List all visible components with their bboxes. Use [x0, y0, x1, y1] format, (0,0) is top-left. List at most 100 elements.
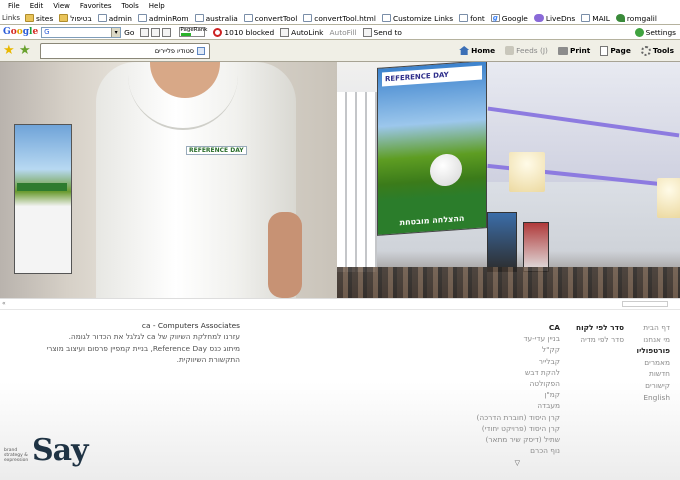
menu-tools[interactable]: Tools [118, 2, 143, 10]
logo-tagline: brand strategy & expression [4, 448, 29, 463]
link-customize-links[interactable]: Customize Links [379, 14, 456, 23]
client-item[interactable]: קק"ל [462, 344, 560, 355]
popup-blocker[interactable]: 1010 blocked [210, 27, 277, 37]
links-bar: Links sites בטיפול admin adminRom austra… [0, 11, 680, 25]
chevron-down-icon[interactable]: ▾ [111, 27, 121, 37]
tools-menu-button[interactable]: Tools [640, 45, 674, 56]
link-adminrom[interactable]: adminRom [135, 14, 192, 23]
folder-icon [24, 14, 34, 22]
scroll-left-icon[interactable]: « [2, 300, 6, 307]
client-item[interactable]: CA [462, 322, 560, 333]
portfolio-photo-shirt: REFERENCE DAY [0, 62, 337, 298]
nav-articles[interactable]: מאמרים [616, 357, 670, 369]
page-icon [243, 14, 253, 22]
link-google[interactable]: g Google [488, 14, 531, 23]
portfolio-photo-event: REFERENCE DAY ההצלחה מובטחת [337, 62, 680, 298]
page-content: REFERENCE DAY REFERENCE DAY ההצלחה מובטח… [0, 62, 680, 480]
link-inprogress[interactable]: בטיפול [56, 14, 95, 23]
sort-nav: סדר לפי לקוח סדר לפי מדיה [560, 322, 624, 345]
nav-about[interactable]: מי אנחנו [616, 334, 670, 346]
project-text-line: מיתוג כנס Reference Day, בניית קמפיין פר… [46, 343, 240, 353]
tab-current[interactable]: סטודיו פליירים [40, 42, 210, 59]
say-logo[interactable]: brand strategy & expression Say [4, 436, 89, 466]
livedns-icon [533, 14, 544, 22]
home-button[interactable]: Home [459, 46, 495, 55]
client-item[interactable]: קמ"ן [462, 389, 560, 400]
client-item[interactable]: בניין עדי-עד [462, 333, 560, 344]
bird-icon [615, 14, 625, 22]
google-search-input[interactable]: G ▾ [41, 26, 122, 38]
client-item[interactable]: נוף הכרם [462, 445, 560, 456]
link-sites[interactable]: sites [22, 14, 56, 23]
client-item[interactable]: מעבדה [462, 400, 560, 411]
settings-icon [634, 27, 644, 37]
client-list: CA בניין עדי-עד קק"ל קבלייר להקת דבש הפק… [462, 322, 560, 470]
link-font[interactable]: font [456, 14, 488, 23]
folder-icon [59, 14, 69, 22]
link-australia[interactable]: australia [192, 14, 241, 23]
menu-help[interactable]: Help [145, 2, 169, 10]
link-admin[interactable]: admin [95, 14, 135, 23]
golf-ball [430, 152, 462, 188]
autolink-icon [280, 27, 290, 37]
menu-favorites[interactable]: Favorites [76, 2, 116, 10]
print-button[interactable]: Print [557, 46, 590, 55]
news-icon [162, 27, 172, 37]
send-icon [362, 27, 372, 37]
google-settings-button[interactable]: Settings [634, 27, 680, 37]
autolink-button[interactable]: AutoLink [277, 27, 326, 37]
nav-english[interactable]: English [616, 392, 670, 404]
client-item[interactable]: קבלייר [462, 356, 560, 367]
page-menu-button[interactable]: Page [600, 45, 631, 56]
sort-by-media[interactable]: סדר לפי מדיה [560, 334, 624, 346]
google-icon: g [490, 14, 500, 22]
gallery-scrollbar[interactable]: « [0, 298, 680, 310]
link-romgalil[interactable]: romgalil [613, 14, 660, 23]
autofill-button[interactable]: AutoFill [326, 28, 359, 37]
project-text-line: עזרנו למחלקת השיווק של ca לגלגל את הכדור… [68, 332, 240, 342]
page-icon [581, 14, 591, 22]
blocked-icon [213, 27, 223, 37]
page-icon [194, 14, 204, 22]
favorites-star-icon[interactable]: ★ [3, 44, 16, 57]
command-bar: Home Feeds (J) Print Page Tools [459, 45, 680, 56]
page-icon [381, 14, 391, 22]
project-text-line: התקשורת השיווקית. [176, 355, 240, 365]
audience [337, 267, 680, 298]
event-banner-small [487, 212, 517, 272]
sort-by-client[interactable]: סדר לפי לקוח [560, 322, 624, 334]
scroll-down-icon[interactable]: ▽ [462, 458, 560, 469]
nav-news[interactable]: חדשות [616, 368, 670, 380]
link-mail[interactable]: MAIL [578, 14, 613, 23]
links-label: Links [2, 14, 20, 22]
event-banner-small [523, 222, 549, 272]
gear-icon [640, 45, 651, 56]
search-tools-icon [140, 27, 150, 37]
menu-view[interactable]: View [49, 2, 74, 10]
google-go-button[interactable]: Go [121, 28, 137, 37]
client-item[interactable]: שתיל (דיסק שיר מתאר) [462, 434, 560, 445]
send-to-button[interactable]: Send to [360, 27, 405, 37]
pagerank-indicator[interactable]: PageRank [176, 27, 210, 37]
link-livedns[interactable]: LiveDns [531, 14, 578, 23]
client-item[interactable]: קרן היסוד (חוברת הדרכה) [462, 412, 560, 423]
nav-portfolio[interactable]: פורטפוליו [616, 345, 670, 357]
shirt-logo: REFERENCE DAY [186, 146, 247, 155]
menu-file[interactable]: File [4, 2, 24, 10]
nav-home[interactable]: דף הבית [616, 322, 670, 334]
client-item[interactable]: להקת דבש [462, 367, 560, 378]
feeds-button[interactable]: Feeds (J) [505, 46, 548, 55]
link-converttool[interactable]: convertTool [241, 14, 300, 23]
client-item[interactable]: קרן היסוד (פרויקט יחודי) [462, 423, 560, 434]
client-item[interactable]: הפקולטה [462, 378, 560, 389]
page-icon [600, 45, 609, 56]
add-favorites-icon[interactable]: ★ [19, 44, 32, 57]
toolbar-tools-group[interactable] [137, 27, 176, 37]
menu-edit[interactable]: Edit [26, 2, 48, 10]
pagerank-bar: PageRank [179, 27, 207, 37]
scroll-thumb[interactable] [622, 301, 668, 307]
bookmark-icon [151, 27, 161, 37]
link-converttool-html[interactable]: convertTool.html [300, 14, 379, 23]
project-description: ca - Computers Associates עזרנו למחלקת ה… [24, 320, 240, 366]
nav-links[interactable]: קישורים [616, 380, 670, 392]
